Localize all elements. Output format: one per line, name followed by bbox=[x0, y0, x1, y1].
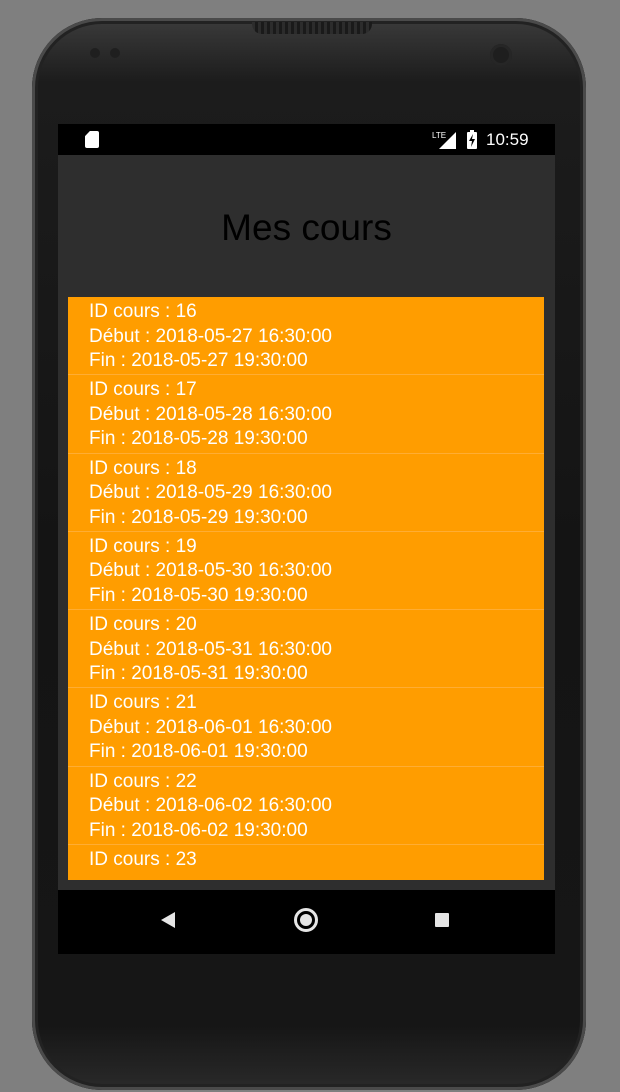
course-end: Fin : 2018-05-28 19:30:00 bbox=[89, 428, 308, 450]
front-camera bbox=[490, 44, 512, 66]
course-end: Fin : 2018-05-30 19:30:00 bbox=[89, 584, 308, 606]
sd-card-icon bbox=[85, 131, 99, 148]
course-start: Début : 2018-05-30 16:30:00 bbox=[89, 560, 332, 582]
phone-screen: LTE 10:59 Mes cours ID cours : 16 Début … bbox=[58, 124, 555, 954]
navigation-bar bbox=[58, 890, 555, 954]
course-item[interactable]: ID cours : 23 bbox=[68, 845, 544, 880]
lte-signal-icon: LTE bbox=[432, 131, 456, 149]
course-item[interactable]: ID cours : 20 Début : 2018-05-31 16:30:0… bbox=[68, 610, 544, 689]
course-end: Fin : 2018-05-29 19:30:00 bbox=[89, 506, 308, 528]
course-id: ID cours : 20 bbox=[89, 614, 197, 636]
course-id: ID cours : 23 bbox=[89, 849, 197, 871]
course-start: Début : 2018-06-01 16:30:00 bbox=[89, 716, 332, 738]
course-start: Début : 2018-05-29 16:30:00 bbox=[89, 482, 332, 504]
course-end: Fin : 2018-05-31 19:30:00 bbox=[89, 663, 308, 685]
course-id: ID cours : 19 bbox=[89, 535, 197, 557]
course-end: Fin : 2018-05-27 19:30:00 bbox=[89, 350, 308, 371]
course-item[interactable]: ID cours : 22 Début : 2018-06-02 16:30:0… bbox=[68, 767, 544, 846]
svg-text:LTE: LTE bbox=[432, 131, 446, 140]
home-icon[interactable] bbox=[294, 908, 318, 932]
app-content: Mes cours ID cours : 16 Début : 2018-05-… bbox=[58, 155, 555, 890]
recent-apps-icon[interactable] bbox=[435, 913, 449, 927]
course-end: Fin : 2018-06-02 19:30:00 bbox=[89, 819, 308, 841]
course-item[interactable]: ID cours : 19 Début : 2018-05-30 16:30:0… bbox=[68, 532, 544, 611]
courses-list[interactable]: ID cours : 16 Début : 2018-05-27 16:30:0… bbox=[68, 297, 544, 880]
course-start: Début : 2018-06-02 16:30:00 bbox=[89, 795, 332, 817]
course-id: ID cours : 16 bbox=[89, 301, 197, 322]
course-start: Début : 2018-05-27 16:30:00 bbox=[89, 325, 332, 347]
emulator-stage: LTE 10:59 Mes cours ID cours : 16 Début … bbox=[0, 0, 620, 1092]
proximity-sensor bbox=[90, 48, 100, 58]
battery-charging-icon bbox=[467, 130, 477, 149]
course-start: Début : 2018-05-31 16:30:00 bbox=[89, 638, 332, 660]
course-id: ID cours : 18 bbox=[89, 457, 197, 479]
status-bar: LTE 10:59 bbox=[58, 124, 555, 155]
course-item[interactable]: ID cours : 21 Début : 2018-06-01 16:30:0… bbox=[68, 688, 544, 767]
course-item[interactable]: ID cours : 18 Début : 2018-05-29 16:30:0… bbox=[68, 454, 544, 532]
course-id: ID cours : 22 bbox=[89, 770, 197, 792]
back-icon[interactable] bbox=[161, 912, 175, 928]
course-item[interactable]: ID cours : 16 Début : 2018-05-27 16:30:0… bbox=[68, 297, 544, 376]
speaker-grille bbox=[252, 22, 372, 34]
course-start: Début : 2018-05-28 16:30:00 bbox=[89, 403, 332, 425]
light-sensor bbox=[110, 48, 120, 58]
status-clock: 10:59 bbox=[486, 130, 529, 149]
course-end: Fin : 2018-06-01 19:30:00 bbox=[89, 741, 308, 763]
course-id: ID cours : 21 bbox=[89, 692, 197, 714]
course-id: ID cours : 17 bbox=[89, 379, 197, 401]
course-item[interactable]: ID cours : 17 Début : 2018-05-28 16:30:0… bbox=[68, 375, 544, 454]
page-title: Mes cours bbox=[221, 207, 392, 248]
